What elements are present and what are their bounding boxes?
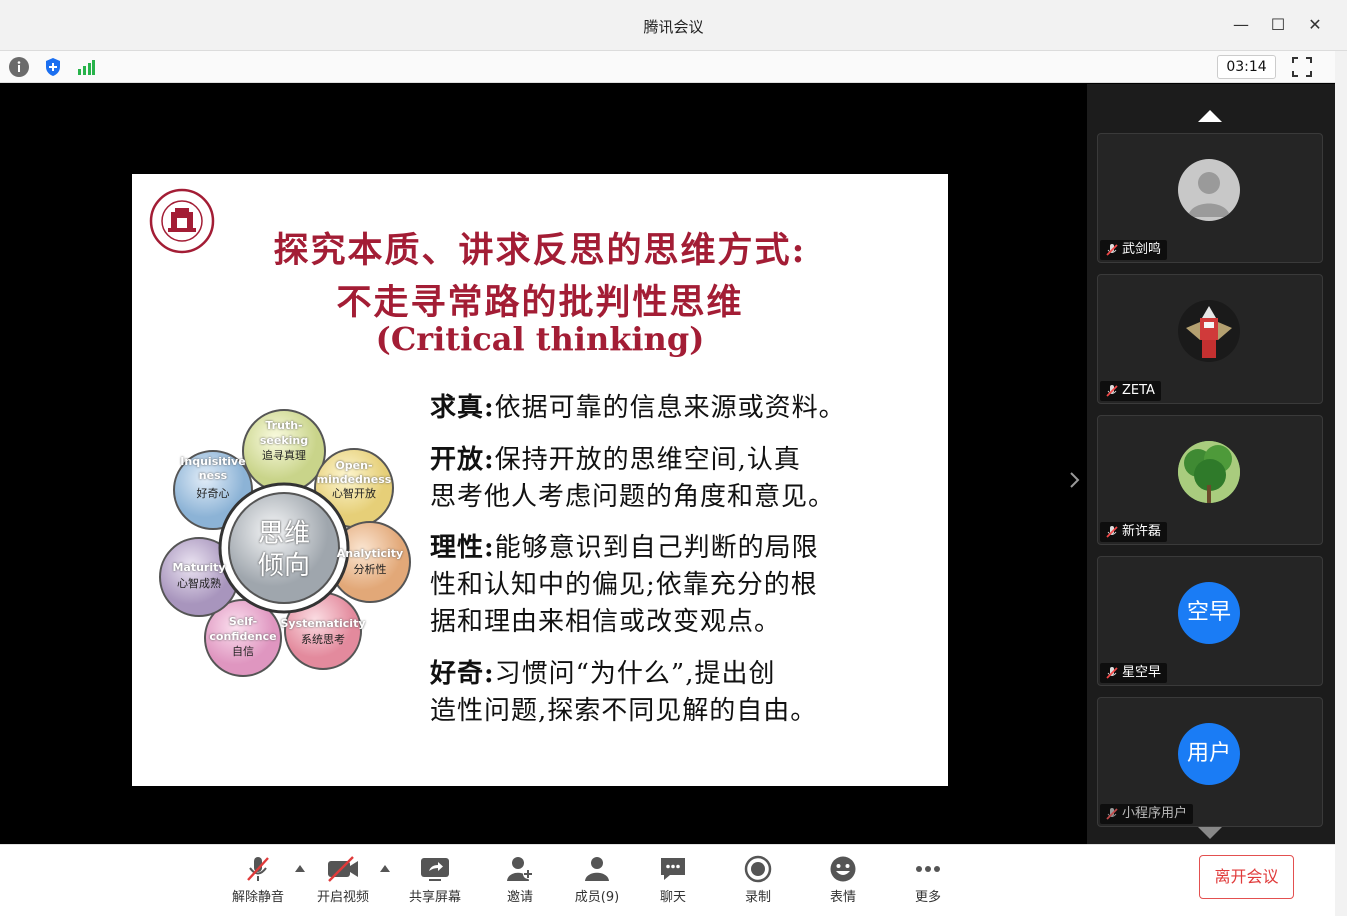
slide-title-line3: (Critical thinking)	[375, 320, 705, 358]
record-button[interactable]: 录制	[723, 845, 793, 917]
participant-tile[interactable]: 新许磊	[1097, 415, 1323, 545]
invite-button[interactable]: 邀请	[485, 845, 555, 917]
paragraph-curious: 好奇:习惯问“为什么”,提出创 造性问题,探索不同见解的自由。	[430, 659, 818, 726]
minimize-button[interactable]: —	[1226, 10, 1256, 40]
signal-strength-icon[interactable]	[76, 57, 96, 77]
close-button[interactable]: ✕	[1300, 10, 1330, 40]
petal-systematicity: Systematicity 系统思考	[280, 617, 366, 646]
participant-name: ZETA	[1100, 381, 1161, 401]
chat-button[interactable]: 聊天	[638, 845, 708, 917]
slide-title-line1: 探究本质、讲求反思的思维方式:	[273, 230, 807, 271]
control-bar: 解除静音 开启视频 共享屏幕 邀请 成员(9) 聊天 录制 表情 更多	[0, 844, 1335, 916]
unmute-button[interactable]: 解除静音	[223, 845, 293, 917]
start-video-button[interactable]: 开启视频	[308, 845, 378, 917]
center-label-1: 思维	[257, 519, 310, 549]
text-avatar: 空早	[1178, 582, 1240, 644]
slide-title-line2: 不走寻常路的批判性思维	[336, 282, 744, 323]
audio-options-caret-icon[interactable]	[295, 865, 305, 872]
more-button[interactable]: 更多	[893, 845, 963, 917]
meeting-toolbar	[0, 51, 1335, 83]
petal-self-confidence: Self-confidence 自信	[209, 615, 277, 658]
participant-tile[interactable]: 用户 小程序用户	[1097, 697, 1323, 827]
video-options-caret-icon[interactable]	[380, 865, 390, 872]
participant-name: 星空早	[1100, 663, 1168, 683]
character-avatar-icon	[1178, 300, 1240, 362]
maximize-button[interactable]: ☐	[1263, 10, 1293, 40]
petal-maturity: Maturity 心智成熟	[172, 561, 226, 590]
emoji-button[interactable]: 表情	[808, 845, 878, 917]
participant-name: 武剑鸣	[1100, 240, 1168, 260]
petal-truth-seeking: Truth-seeking 追寻真理	[259, 419, 309, 462]
window-title: 腾讯会议	[643, 18, 704, 36]
participant-name: 小程序用户	[1100, 804, 1194, 824]
default-avatar-icon	[1178, 159, 1240, 221]
petal-analyticity: Analyticity 分析性	[336, 547, 404, 576]
petal-inquisitiveness: Inquisitive ness 好奇心	[180, 455, 246, 500]
leave-meeting-button[interactable]: 离开会议	[1199, 855, 1294, 899]
title-bar: 腾讯会议 — ☐ ✕	[0, 0, 1347, 51]
info-icon[interactable]	[9, 57, 29, 77]
participant-tile[interactable]: 武剑鸣	[1097, 133, 1323, 263]
meeting-window: 腾讯会议 — ☐ ✕ 03:14 探究本质、讲求反思的思维方式: 不走寻常路的批…	[0, 0, 1347, 916]
collapse-panel-icon[interactable]	[1067, 468, 1083, 492]
text-avatar: 用户	[1178, 723, 1240, 785]
petal-open-mindedness: Open-mindedness 心智开放	[316, 459, 392, 500]
meeting-timer: 03:14	[1217, 55, 1276, 79]
paragraph-truth: 求真:依据可靠的信息来源或资料。	[430, 393, 846, 423]
window-edge	[1335, 51, 1347, 916]
participant-name: 新许磊	[1100, 522, 1168, 542]
paragraph-rational: 理性:能够意识到自己判断的局限 性和认知中的偏见;依靠充分的根 据和理由来相信或改变…	[430, 533, 819, 637]
center-label-2: 倾向	[257, 551, 310, 581]
members-button[interactable]: 成员(9)	[562, 845, 632, 917]
participant-tile[interactable]: 空早 星空早	[1097, 556, 1323, 686]
tree-avatar-icon	[1178, 441, 1240, 503]
disposition-diagram: 思维 倾向 Truth-seeking 追寻真理 Open-mindedness 心…	[158, 406, 418, 681]
scroll-up-icon[interactable]	[1198, 110, 1222, 122]
scroll-down-icon[interactable]	[1198, 827, 1222, 839]
security-shield-icon[interactable]	[43, 57, 63, 77]
share-screen-button[interactable]: 共享屏幕	[400, 845, 470, 917]
participant-tile[interactable]: ZETA	[1097, 274, 1323, 404]
presentation-slide: 探究本质、讲求反思的思维方式: 不走寻常路的批判性思维 (Critical th…	[132, 174, 948, 786]
paragraph-open: 开放:保持开放的思维空间,认真 思考他人考虑问题的角度和意见。	[430, 445, 836, 512]
fullscreen-icon[interactable]	[1292, 57, 1312, 77]
